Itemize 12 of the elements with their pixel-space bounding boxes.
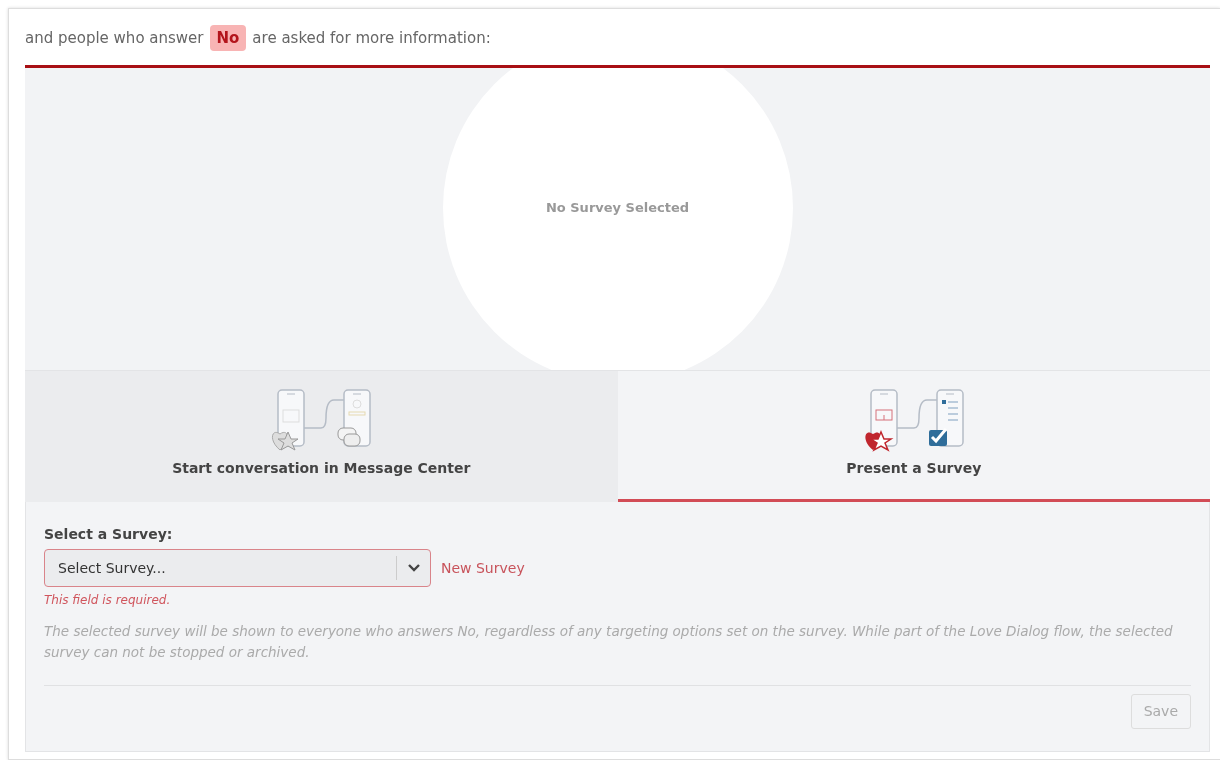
error-message: This field is required. bbox=[44, 592, 172, 609]
help-text: The selected survey will be shown to everyone who answers No, regardless of any targeting options set on the survey. While part of the Love Dialog flow, the selected survey can not be stopped or archived. bbox=[44, 622, 1174, 662]
intro-text: are asked for more information: bbox=[252, 27, 491, 49]
empty-preview-text: No Survey Selected bbox=[545, 199, 690, 218]
intro-text: and people who answer bbox=[25, 27, 204, 49]
field-label: Select a Survey: bbox=[44, 525, 174, 544]
option-tab[interactable]: Present a Survey bbox=[617, 371, 1210, 502]
survey-select[interactable]: Select Survey... bbox=[44, 549, 431, 587]
new-survey-link[interactable]: New Survey bbox=[441, 557, 525, 579]
option-tab[interactable]: Start conversation in Message Center bbox=[25, 371, 618, 502]
chevron-down-icon bbox=[407, 564, 420, 572]
answer-badge: No bbox=[209, 24, 247, 52]
